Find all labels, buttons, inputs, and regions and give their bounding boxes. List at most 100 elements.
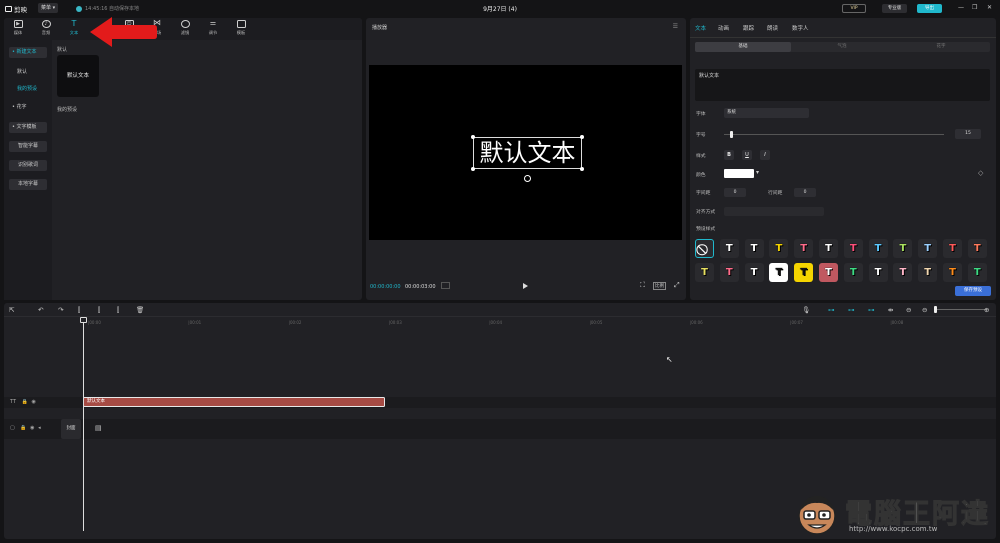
delete-icon[interactable]: 🗑	[136, 306, 144, 314]
menu-button[interactable]: 菜单 ▾	[38, 3, 59, 13]
preset-style-item[interactable]: T	[819, 263, 838, 282]
export-button[interactable]: 导出	[917, 4, 942, 13]
redo-icon[interactable]: ↷	[58, 306, 63, 314]
preset-style-item[interactable]: T	[744, 239, 764, 258]
preset-style-item[interactable]: T	[943, 239, 962, 258]
tab-audio[interactable]: ♪ 音频	[35, 20, 57, 36]
fullscreen-icon[interactable]: ⤢	[674, 281, 680, 290]
subtab-bubble[interactable]: 气泡	[794, 42, 890, 52]
vip-button[interactable]: VIP	[842, 4, 866, 13]
subtab-basic[interactable]: 基础	[695, 42, 791, 52]
nav-flower-text[interactable]: • 花字	[9, 102, 47, 113]
nav-recognize-lyrics[interactable]: 识别歌词	[9, 160, 47, 171]
preset-style-item[interactable]: T	[868, 263, 888, 282]
preset-none-icon[interactable]: ⃠	[695, 239, 714, 258]
close-icon[interactable]: ✕	[987, 4, 992, 11]
keyframe-icon[interactable]: ◇	[978, 169, 983, 177]
trim-left-icon[interactable]: ⫿	[98, 306, 100, 315]
canvas-text-box[interactable]: 默认文本	[473, 137, 582, 169]
nav-local-caption[interactable]: 本地字幕	[9, 179, 47, 190]
preset-style-item[interactable]: T	[843, 239, 863, 258]
text-content-input[interactable]: 默认文本	[695, 69, 990, 101]
preset-style-item[interactable]: T	[719, 239, 739, 258]
subtab-flower[interactable]: 花字	[893, 42, 989, 52]
preset-style-item[interactable]: T	[893, 263, 913, 282]
preset-style-item[interactable]: T	[893, 239, 913, 258]
nav-new-text[interactable]: • 新建文本	[9, 47, 47, 58]
size-slider-knob[interactable]	[730, 131, 733, 138]
document-title[interactable]: 9月27日 (4)	[483, 6, 517, 13]
tab-media[interactable]: ▶ 媒体	[7, 20, 29, 36]
playhead[interactable]	[83, 318, 84, 531]
text-clip[interactable]: 默认文本	[83, 397, 385, 407]
tab-template[interactable]: 模板	[230, 20, 252, 36]
preset-style-item[interactable]: T	[794, 263, 814, 282]
tab-inspector-read[interactable]: 朗读	[767, 24, 778, 32]
zoom-out-icon[interactable]: ⊖	[906, 306, 911, 314]
size-input[interactable]: 15	[955, 129, 981, 139]
nav-my-presets[interactable]: 我的预设	[17, 85, 37, 92]
select-tool-icon[interactable]: ⇱	[9, 306, 14, 314]
preset-style-item[interactable]: T	[744, 263, 764, 282]
align-buttons[interactable]	[724, 207, 824, 216]
default-text-tile[interactable]: 默认文本	[57, 55, 99, 97]
trim-right-icon[interactable]: ⫿	[117, 306, 119, 315]
split-icon[interactable]: ⫿	[78, 306, 80, 315]
preset-style-item[interactable]: T	[943, 263, 962, 282]
nav-text-template[interactable]: • 文字模板	[9, 122, 47, 133]
tab-inspector-animation[interactable]: 动画	[718, 24, 729, 32]
timecode-format-icon[interactable]	[441, 282, 450, 289]
magnet-icon[interactable]: ⊶	[828, 306, 835, 314]
lock-icon[interactable]: 🔒	[20, 425, 26, 431]
tab-filter[interactable]: 滤镜	[174, 20, 196, 36]
tab-text[interactable]: T 文本	[63, 20, 85, 36]
preset-style-item[interactable]: T	[819, 239, 838, 258]
tab-inspector-tracking[interactable]: 跟踪	[743, 24, 754, 32]
undo-icon[interactable]: ↶	[38, 306, 43, 314]
lock-icon[interactable]: 🔒	[22, 399, 28, 405]
rotate-handle-icon[interactable]	[524, 175, 531, 182]
tab-inspector-text[interactable]: 文本	[695, 24, 706, 32]
zoom-slider[interactable]	[936, 309, 986, 310]
resize-handle[interactable]	[471, 135, 475, 139]
save-preset-button[interactable]: 保存预设	[955, 286, 991, 296]
visibility-icon[interactable]: ◉	[31, 399, 35, 405]
cover-button[interactable]: 封面	[61, 419, 81, 439]
preset-style-item[interactable]: T	[794, 239, 814, 258]
maximize-icon[interactable]: ❐	[972, 4, 977, 11]
tab-adjust[interactable]: ⚌ 调节	[202, 20, 224, 36]
pro-button[interactable]: 专业版	[882, 4, 907, 13]
underline-button[interactable]: U	[742, 150, 752, 160]
preset-style-item[interactable]: T	[769, 263, 789, 282]
char-spacing-input[interactable]: 0	[724, 188, 746, 197]
nav-default[interactable]: 默认	[17, 68, 27, 75]
bold-button[interactable]: B	[724, 150, 734, 160]
size-slider-track[interactable]	[724, 134, 944, 135]
ratio-button[interactable]: 比例	[653, 282, 666, 290]
font-select[interactable]: 系统	[724, 108, 809, 118]
link-icon[interactable]: ⊶	[848, 306, 855, 314]
align-center-icon[interactable]: ⇹	[888, 306, 893, 314]
preview-canvas[interactable]: 默认文本	[369, 65, 682, 240]
play-icon[interactable]	[523, 283, 528, 289]
tab-inspector-digital-human[interactable]: 数字人	[792, 24, 809, 32]
preset-style-item[interactable]: T	[918, 263, 938, 282]
player-menu-icon[interactable]: ☰	[673, 23, 678, 30]
zoom-in-icon[interactable]: ⊕	[984, 306, 989, 314]
preset-style-item[interactable]: T	[868, 239, 888, 258]
preset-style-item[interactable]: T	[967, 263, 987, 282]
color-picker[interactable]	[724, 169, 754, 178]
mute-icon[interactable]: ◂	[38, 425, 41, 431]
playhead-handle[interactable]	[80, 317, 87, 323]
nav-smart-caption[interactable]: 智能字幕	[9, 141, 47, 152]
preset-style-item[interactable]: T	[695, 263, 714, 282]
preset-style-item[interactable]: T	[769, 239, 789, 258]
preset-style-item[interactable]: T	[918, 239, 938, 258]
preview-axis-icon[interactable]: ⊶	[868, 306, 875, 314]
resize-handle[interactable]	[471, 167, 475, 171]
resize-handle[interactable]	[580, 167, 584, 171]
zoom-slider-knob[interactable]	[934, 306, 937, 313]
line-spacing-input[interactable]: 0	[794, 188, 816, 197]
chevron-down-icon[interactable]: ▾	[756, 169, 759, 176]
fit-screen-icon[interactable]: ⛶	[640, 281, 645, 290]
